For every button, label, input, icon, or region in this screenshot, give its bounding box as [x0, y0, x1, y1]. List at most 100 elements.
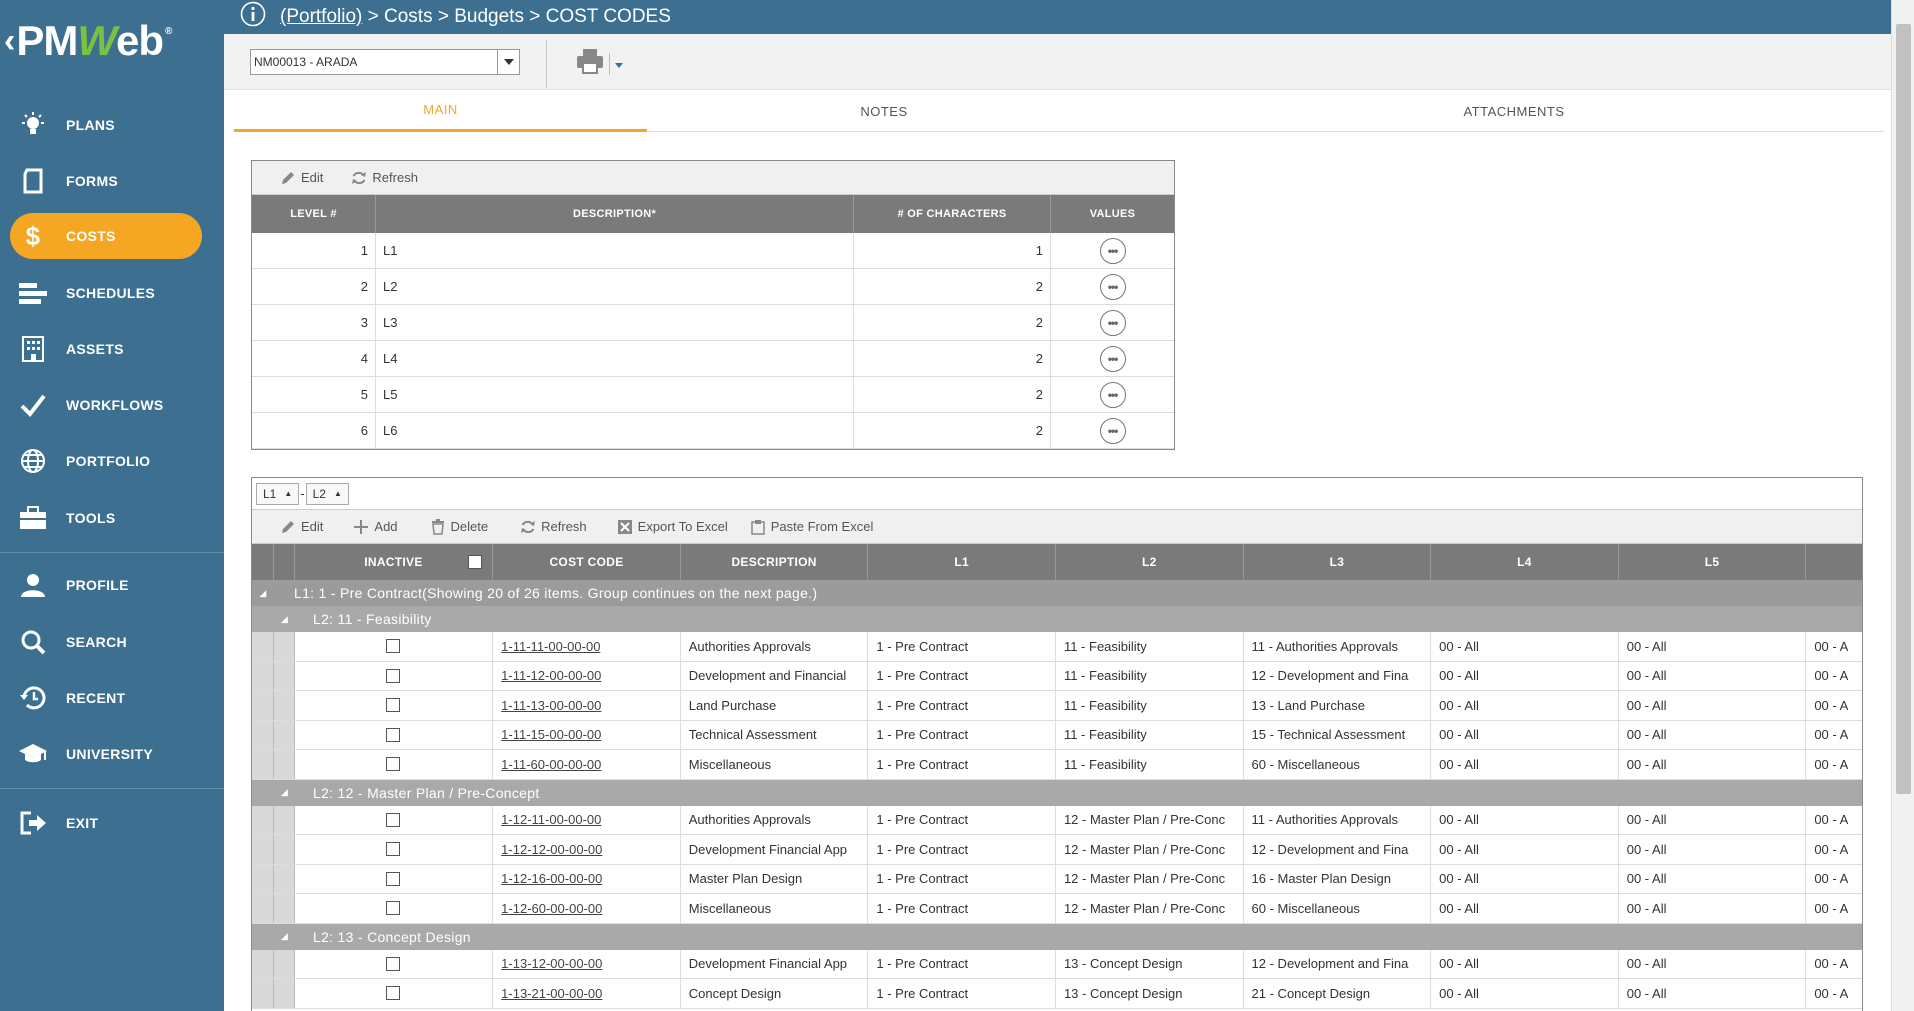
col-l6-partial[interactable]	[1806, 544, 1862, 580]
l1-cell[interactable]: 1 - Pre Contract	[868, 835, 1056, 864]
inactive-checkbox[interactable]	[386, 812, 401, 827]
cost-code-link[interactable]: 1-13-21-00-00-00	[501, 986, 602, 1001]
l1-cell[interactable]: 1 - Pre Contract	[868, 864, 1056, 893]
sidebar-item-forms[interactable]: FORMS	[0, 158, 224, 204]
l4-cell[interactable]: 00 - All	[1431, 979, 1619, 1008]
ellipsis-icon[interactable]: •••	[1099, 345, 1126, 372]
info-icon[interactable]	[240, 1, 266, 33]
cost-code-link[interactable]: 1-13-12-00-00-00	[501, 956, 602, 971]
description-cell[interactable]: Concept Design	[681, 979, 869, 1008]
group-row-l2[interactable]: ◢ L2: 11 - Feasibility	[252, 606, 1862, 632]
inactive-checkbox[interactable]	[386, 956, 401, 971]
l3-cell[interactable]: 16 - Master Plan Design	[1244, 864, 1432, 893]
ellipsis-icon[interactable]: •••	[1099, 237, 1126, 264]
col-description[interactable]: DESCRIPTION	[681, 544, 869, 580]
codes-delete-button[interactable]: Delete	[430, 518, 488, 535]
cost-code-link[interactable]: 1-12-60-00-00-00	[501, 901, 602, 916]
level-chars-cell[interactable]: 2	[854, 305, 1051, 340]
back-chevron-icon[interactable]: ‹	[4, 22, 15, 61]
l6-cell[interactable]: 00 - A	[1806, 950, 1862, 979]
l1-cell[interactable]: 1 - Pre Contract	[868, 894, 1056, 923]
description-cell[interactable]: Land Purchase	[681, 691, 869, 720]
collapse-icon[interactable]: ◢	[274, 787, 295, 798]
l6-cell[interactable]: 00 - A	[1806, 721, 1862, 750]
l4-cell[interactable]: 00 - All	[1431, 805, 1619, 834]
level-description-cell[interactable]: L3	[376, 305, 854, 340]
description-cell[interactable]: Authorities Approvals	[681, 632, 869, 661]
l1-cell[interactable]: 1 - Pre Contract	[868, 720, 1056, 749]
l2-cell[interactable]: 12 - Master Plan / Pre-Conc	[1056, 864, 1244, 893]
col-values[interactable]: VALUES	[1051, 195, 1174, 233]
l1-cell[interactable]: 1 - Pre Contract	[868, 691, 1056, 720]
l1-cell[interactable]: 1 - Pre Contract	[868, 979, 1056, 1008]
group-row-l2[interactable]: ◢ L2: 13 - Concept Design	[252, 923, 1862, 950]
sidebar-item-workflows[interactable]: WORKFLOWS	[0, 382, 224, 428]
l1-cell[interactable]: 1 - Pre Contract	[868, 805, 1056, 834]
level-chars-cell[interactable]: 2	[854, 377, 1051, 412]
l3-cell[interactable]: 60 - Miscellaneous	[1244, 750, 1432, 779]
codes-edit-button[interactable]: Edit	[280, 519, 323, 535]
table-row[interactable]: 1-12-16-00-00-00 Master Plan Design 1 - Pr…	[252, 864, 1862, 894]
cost-code-link[interactable]: 1-11-12-00-00-00	[501, 668, 601, 683]
l4-cell[interactable]: 00 - All	[1431, 691, 1619, 720]
export-to-excel-button[interactable]: Export To Excel	[617, 519, 728, 535]
cost-code-link[interactable]: 1-11-11-00-00-00	[501, 639, 600, 654]
l2-cell[interactable]: 11 - Feasibility	[1056, 720, 1244, 749]
table-row[interactable]: 1-13-21-00-00-00 Concept Design 1 - Pre Co…	[252, 979, 1862, 1009]
group-chip-l1[interactable]: L1 ▲	[256, 482, 300, 505]
l6-cell[interactable]: 00 - A	[1806, 806, 1862, 835]
collapse-icon[interactable]: ◢	[252, 588, 274, 599]
l3-cell[interactable]: 60 - Miscellaneous	[1244, 894, 1432, 923]
l2-cell[interactable]: 13 - Concept Design	[1056, 949, 1244, 978]
collapse-icon[interactable]: ◢	[274, 614, 295, 625]
l5-cell[interactable]: 00 - All	[1619, 750, 1807, 779]
table-row[interactable]: 1-11-12-00-00-00 Development and Financia…	[252, 661, 1862, 691]
chevron-down-icon[interactable]	[615, 55, 623, 73]
table-row[interactable]: 1-11-15-00-00-00 Technical Assessment 1 - …	[252, 720, 1862, 750]
l3-cell[interactable]: 21 - Concept Design	[1244, 979, 1432, 1008]
table-row[interactable]: 1-12-12-00-00-00 Development Financial Ap…	[252, 835, 1862, 865]
levels-edit-button[interactable]: Edit	[280, 170, 323, 186]
group-chip-l2[interactable]: L2 ▲	[305, 482, 349, 505]
cost-code-link[interactable]: 1-12-11-00-00-00	[501, 812, 601, 827]
l5-cell[interactable]: 00 - All	[1619, 661, 1807, 690]
description-cell[interactable]: Technical Assessment	[681, 720, 869, 749]
l4-cell[interactable]: 00 - All	[1431, 835, 1619, 864]
l4-cell[interactable]: 00 - All	[1431, 949, 1619, 978]
inactive-checkbox[interactable]	[386, 668, 401, 683]
l5-cell[interactable]: 00 - All	[1619, 632, 1807, 661]
l2-cell[interactable]: 11 - Feasibility	[1056, 691, 1244, 720]
l6-cell[interactable]: 00 - A	[1806, 750, 1862, 779]
l2-cell[interactable]: 12 - Master Plan / Pre-Conc	[1056, 805, 1244, 834]
l1-cell[interactable]: 1 - Pre Contract	[868, 632, 1056, 661]
l6-cell[interactable]: 00 - A	[1806, 835, 1862, 864]
l5-cell[interactable]: 00 - All	[1619, 864, 1807, 893]
l2-cell[interactable]: 11 - Feasibility	[1056, 632, 1244, 661]
table-row[interactable]: 1-13-12-00-00-00 Development Financial Ap…	[252, 949, 1862, 979]
l2-cell[interactable]: 11 - Feasibility	[1056, 661, 1244, 690]
pmweb-logo[interactable]: ‹ PM Web ®	[4, 6, 172, 76]
cost-code-link[interactable]: 1-11-15-00-00-00	[501, 727, 601, 742]
table-row[interactable]: 3 L3 2 •••	[252, 305, 1174, 341]
cost-code-link[interactable]: 1-12-12-00-00-00	[501, 842, 602, 857]
l3-cell[interactable]: 13 - Land Purchase	[1244, 691, 1432, 720]
sidebar-item-costs[interactable]: $ COSTS	[10, 213, 202, 259]
l4-cell[interactable]: 00 - All	[1431, 864, 1619, 893]
l5-cell[interactable]: 00 - All	[1619, 949, 1807, 978]
l5-cell[interactable]: 00 - All	[1619, 835, 1807, 864]
table-row[interactable]: 6 L6 2 •••	[252, 413, 1174, 449]
sidebar-item-plans[interactable]: PLANS	[0, 102, 224, 148]
tab-attachments[interactable]: ATTACHMENTS	[1334, 90, 1694, 132]
sidebar-item-university[interactable]: UNIVERSITY	[0, 731, 224, 777]
cost-code-link[interactable]: 1-12-16-00-00-00	[501, 871, 602, 886]
ellipsis-icon[interactable]: •••	[1099, 417, 1126, 444]
l3-cell[interactable]: 11 - Authorities Approvals	[1244, 805, 1432, 834]
group-row-l2[interactable]: ◢ L2: 12 - Master Plan / Pre-Concept	[252, 779, 1862, 806]
inactive-checkbox[interactable]	[386, 871, 401, 886]
level-description-cell[interactable]: L1	[376, 233, 854, 268]
chevron-down-icon[interactable]	[497, 50, 519, 74]
col-inactive[interactable]: INACTIVE	[295, 544, 494, 580]
l3-cell[interactable]: 12 - Development and Fina	[1244, 661, 1432, 690]
l4-cell[interactable]: 00 - All	[1431, 750, 1619, 779]
l2-cell[interactable]: 12 - Master Plan / Pre-Conc	[1056, 894, 1244, 923]
